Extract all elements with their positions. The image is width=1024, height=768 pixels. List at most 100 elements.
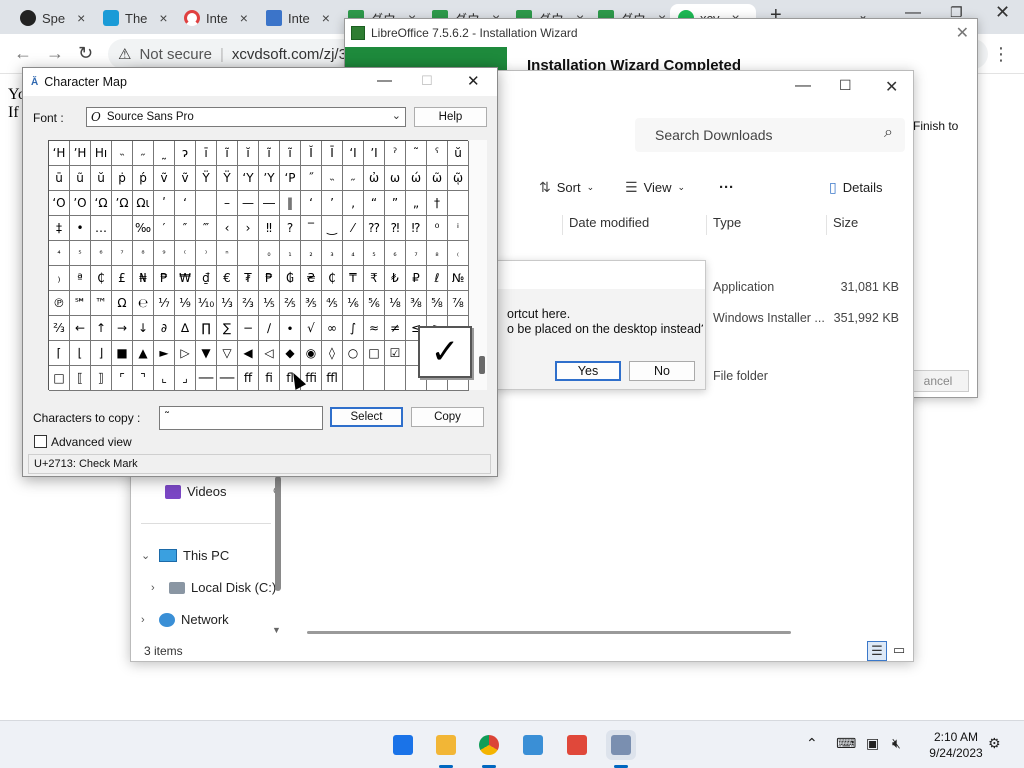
character-cell[interactable]: ⅓ — [217, 291, 238, 316]
character-cell[interactable]: ₆ — [385, 241, 406, 266]
notification-settings-icon[interactable]: ⚙ — [988, 735, 1001, 752]
character-cell[interactable]: › — [238, 216, 259, 241]
row-type[interactable]: File folder — [713, 369, 768, 383]
character-cell[interactable]: ⌝ — [133, 366, 154, 391]
character-cell[interactable]: ’ — [322, 191, 343, 216]
character-cell[interactable]: ₂ — [301, 241, 322, 266]
character-cell[interactable]: ₱ — [259, 266, 280, 291]
character-cell[interactable]: ʻP — [280, 166, 301, 191]
close-tab-icon[interactable]: × — [240, 10, 248, 26]
character-cell[interactable]: ˷ — [154, 141, 175, 166]
character-cell[interactable]: ⁴ — [49, 241, 70, 266]
character-cell[interactable]: ῶ — [427, 166, 448, 191]
character-cell[interactable]: ʼY — [259, 166, 280, 191]
copy-button[interactable]: Copy — [411, 407, 484, 427]
character-cell[interactable]: ‰ — [133, 216, 154, 241]
character-cell[interactable]: ₁ — [280, 241, 301, 266]
character-cell[interactable]: Ω — [112, 291, 133, 316]
character-cell[interactable]: ◀ — [238, 341, 259, 366]
character-cell[interactable]: ℗ — [49, 291, 70, 316]
character-cell[interactable]: ₽ — [406, 266, 427, 291]
character-cell[interactable]: ⁵ — [70, 241, 91, 266]
character-cell[interactable]: ⌞ — [154, 366, 175, 391]
character-cell[interactable]: ″ — [175, 216, 196, 241]
character-cell[interactable]: ∏ — [196, 316, 217, 341]
character-cell[interactable]: ▼ — [196, 341, 217, 366]
character-cell[interactable]: ℓ — [427, 266, 448, 291]
character-cell[interactable]: ◊ — [322, 341, 343, 366]
character-cell[interactable]: ⅝ — [427, 291, 448, 316]
character-cell[interactable]: ĩ — [280, 141, 301, 166]
character-cell[interactable]: ˵ — [112, 141, 133, 166]
character-cell[interactable]: Hı — [91, 141, 112, 166]
character-cell[interactable]: ffi — [301, 366, 322, 391]
chevron-down-icon[interactable]: ⌄ — [392, 109, 401, 122]
character-cell[interactable]: ∂ — [154, 316, 175, 341]
character-cell[interactable]: ℮ — [133, 291, 154, 316]
character-cell[interactable] — [196, 191, 217, 216]
character-cell[interactable] — [448, 191, 469, 216]
character-cell[interactable]: √ — [301, 316, 322, 341]
character-cell[interactable]: ⅖ — [280, 291, 301, 316]
sort-button[interactable]: ⇅ Sort ⌄ — [539, 179, 594, 196]
character-cell[interactable]: ₩ — [175, 266, 196, 291]
character-cell[interactable]: ⅕ — [259, 291, 280, 316]
character-cell[interactable]: ⅛ — [385, 291, 406, 316]
view-button[interactable]: ☰ View ⌄ — [625, 179, 685, 196]
nav-item-this-pc[interactable]: ⌄ This PC — [141, 548, 229, 563]
character-cell[interactable]: ĭ — [238, 141, 259, 166]
font-dropdown[interactable]: O Source Sans Pro ⌄ — [86, 107, 406, 127]
character-cell[interactable]: ⁱ — [448, 216, 469, 241]
character-cell[interactable]: ˝ — [301, 166, 322, 191]
character-cell[interactable]: ▷ — [175, 341, 196, 366]
clock[interactable]: 2:10 AM 9/24/2023 — [920, 729, 992, 761]
row-type[interactable]: Application — [713, 280, 774, 294]
character-cell[interactable]: ⁸ — [133, 241, 154, 266]
close-icon[interactable]: ✕ — [467, 72, 480, 90]
character-cell[interactable]: ■ — [112, 341, 133, 366]
details-view-button[interactable]: ☰ — [867, 641, 887, 661]
character-cell[interactable]: • — [70, 216, 91, 241]
character-cell[interactable]: □ — [49, 366, 70, 391]
character-cell[interactable]: ⅘ — [322, 291, 343, 316]
character-cell[interactable]: ʻ — [175, 191, 196, 216]
character-cell[interactable]: ? — [280, 216, 301, 241]
character-cell[interactable]: ⅔ — [238, 291, 259, 316]
character-cell[interactable]: ˁ — [427, 141, 448, 166]
character-cell[interactable]: ŭ — [91, 166, 112, 191]
minimize-icon[interactable]: — — [377, 72, 392, 89]
search-input[interactable]: Search Downloads ⌕ — [635, 118, 905, 152]
character-cell[interactable]: † — [427, 191, 448, 216]
close-tab-icon[interactable]: × — [159, 10, 167, 26]
character-cell[interactable]: ₃ — [322, 241, 343, 266]
character-cell[interactable]: ∑ — [217, 316, 238, 341]
character-cell[interactable]: ffl — [322, 366, 343, 391]
character-cell[interactable]: ⁶ — [91, 241, 112, 266]
character-cell[interactable]: ◉ — [301, 341, 322, 366]
character-cell[interactable]: ₍ — [448, 241, 469, 266]
character-cell[interactable]: ⁽ — [175, 241, 196, 266]
character-cell[interactable]: Ī — [322, 141, 343, 166]
help-button[interactable]: Help — [414, 107, 487, 127]
character-cell[interactable]: ª — [70, 266, 91, 291]
character-cell[interactable]: ʻY — [238, 166, 259, 191]
chevron-right-icon[interactable]: › — [141, 614, 153, 626]
character-cell[interactable]: Ĭ — [301, 141, 322, 166]
character-cell[interactable]: ˀ — [385, 141, 406, 166]
minimize-icon[interactable]: — — [795, 77, 811, 95]
character-cell[interactable]: ₄ — [343, 241, 364, 266]
character-cell[interactable]: ○ — [343, 341, 364, 366]
column-size[interactable]: Size — [833, 215, 858, 230]
reload-icon[interactable]: ↻ — [78, 43, 93, 64]
character-cell[interactable] — [112, 216, 133, 241]
character-cell[interactable]: ⅒ — [196, 291, 217, 316]
character-cell[interactable]: ⅚ — [364, 291, 385, 316]
menu-icon[interactable]: ⋮ — [992, 44, 1010, 65]
character-cell[interactable]: ↑ — [91, 316, 112, 341]
advanced-view-checkbox[interactable] — [34, 435, 47, 448]
character-cell[interactable]: ⅜ — [406, 291, 427, 316]
start-button[interactable] — [388, 730, 418, 760]
character-cell[interactable]: ʼH — [70, 141, 91, 166]
character-cell[interactable]: ‡ — [49, 216, 70, 241]
character-cell[interactable]: ū — [49, 166, 70, 191]
